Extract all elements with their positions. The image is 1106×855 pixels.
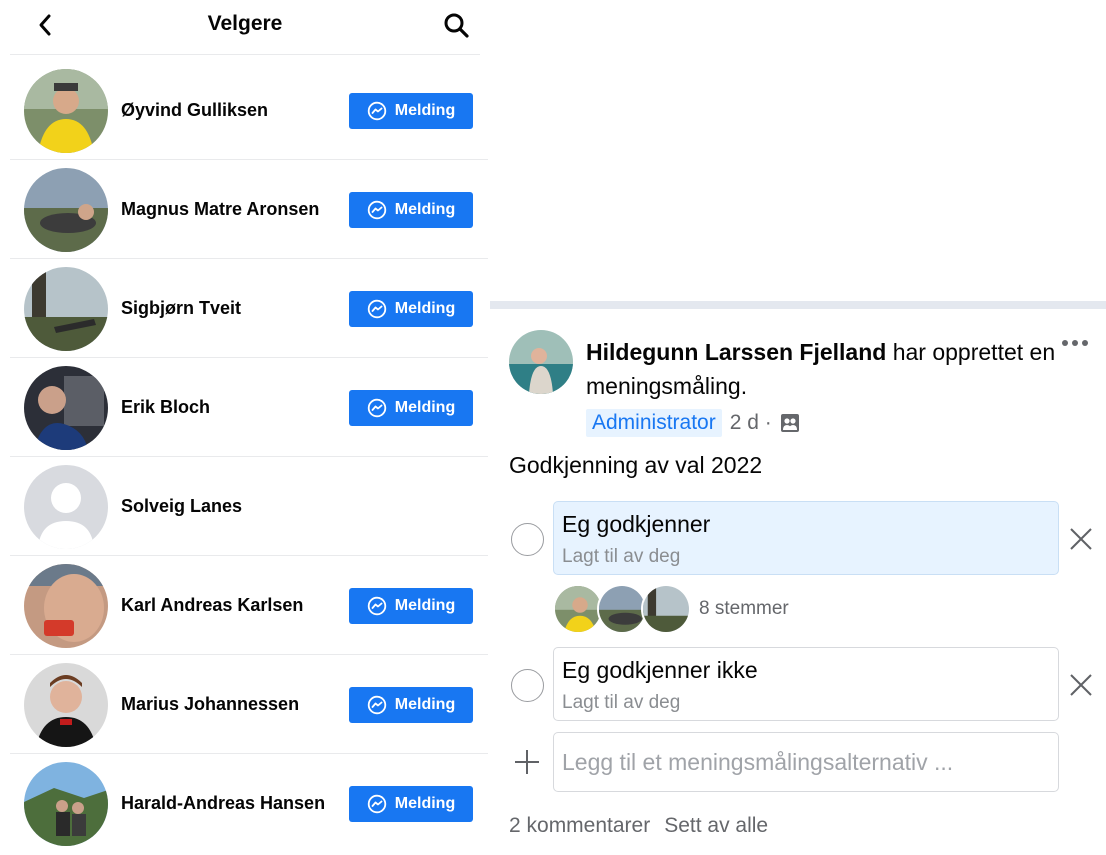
group-icon <box>780 414 799 432</box>
author-name[interactable]: Hildegunn Larssen Fjelland <box>586 339 886 365</box>
message-button-label: Melding <box>394 201 456 218</box>
avatar-placeholder[interactable] <box>24 465 108 549</box>
voter-row[interactable]: Solveig Lanes <box>10 457 488 556</box>
message-button[interactable]: Melding <box>349 588 473 624</box>
page-title: Velgere <box>207 12 283 35</box>
voter-name[interactable]: Harald-Andreas Hansen <box>121 754 325 853</box>
voter-row[interactable]: Sigbjørn Tveit Melding <box>10 259 488 358</box>
close-icon <box>1070 528 1092 550</box>
option-title: Eg godkjenner <box>562 511 711 537</box>
message-button-label: Melding <box>394 300 456 317</box>
voter-name[interactable]: Karl Andreas Karlsen <box>121 556 303 655</box>
voter-name[interactable]: Erik Bloch <box>121 358 210 457</box>
voter-avatar <box>553 584 603 634</box>
voter-name[interactable]: Magnus Matre Aronsen <box>121 160 319 259</box>
option-subtitle: Lagt til av deg <box>562 692 681 713</box>
section-divider <box>490 301 1106 309</box>
avatar[interactable] <box>24 168 108 252</box>
comments-link[interactable]: 2 kommentarer <box>509 814 650 838</box>
voter-name[interactable]: Marius Johannessen <box>121 655 299 754</box>
remove-option-button[interactable] <box>1066 670 1096 700</box>
voter-row[interactable]: Karl Andreas Karlsen Melding <box>10 556 488 655</box>
post-time[interactable]: 2 d · <box>730 411 772 435</box>
remove-option-button[interactable] <box>1066 524 1096 554</box>
voter-row[interactable]: Øyvind Gulliksen Melding <box>10 61 488 160</box>
message-button[interactable]: Melding <box>349 93 473 129</box>
avatar[interactable] <box>24 366 108 450</box>
voters-panel: Velgere Øyvind Gulliksen Melding Magnus … <box>0 0 490 855</box>
messenger-icon <box>367 596 386 616</box>
message-button-label: Melding <box>394 795 456 812</box>
message-button[interactable]: Melding <box>349 687 473 723</box>
message-button[interactable]: Melding <box>349 786 473 822</box>
voter-name[interactable]: Øyvind Gulliksen <box>121 61 268 160</box>
message-button[interactable]: Melding <box>349 291 473 327</box>
seen-by-link[interactable]: Sett av alle <box>664 814 768 838</box>
message-button-label: Melding <box>394 399 456 416</box>
poll-option[interactable]: Eg godkjenner ikke Lagt til av deg <box>553 647 1059 721</box>
option-radio[interactable] <box>511 669 544 702</box>
option-radio[interactable] <box>511 523 544 556</box>
close-icon <box>1070 674 1092 696</box>
messenger-icon <box>367 794 386 814</box>
vote-count[interactable]: 8 stemmer <box>699 598 789 620</box>
poll-post: Hildegunn Larssen Fjelland har opprettet… <box>490 309 1106 855</box>
message-button-label: Melding <box>394 102 456 119</box>
messenger-icon <box>367 299 386 319</box>
voter-row[interactable]: Marius Johannessen Melding <box>10 655 488 754</box>
messenger-icon <box>367 101 386 121</box>
add-option-input[interactable] <box>553 732 1059 792</box>
search-button[interactable] <box>440 10 472 40</box>
add-option-button[interactable] <box>512 747 542 777</box>
post-footer: 2 kommentarer Sett av alle <box>509 814 768 838</box>
header-bar: Velgere <box>10 0 480 55</box>
post-header: Hildegunn Larssen Fjelland har opprettet… <box>586 335 1056 403</box>
more-icon <box>1062 340 1088 346</box>
poll-question: Godkjenning av val 2022 <box>509 452 763 478</box>
voter-row[interactable]: Harald-Andreas Hansen Melding <box>10 754 488 853</box>
message-button-label: Melding <box>394 696 456 713</box>
avatar[interactable] <box>24 762 108 846</box>
messenger-icon <box>367 200 386 220</box>
search-icon <box>444 13 469 38</box>
voter-avatar <box>641 584 691 634</box>
message-button[interactable]: Melding <box>349 390 473 426</box>
avatar[interactable] <box>24 663 108 747</box>
message-button[interactable]: Melding <box>349 192 473 228</box>
messenger-icon <box>367 398 386 418</box>
voter-name[interactable]: Solveig Lanes <box>121 457 242 556</box>
avatar[interactable] <box>24 69 108 153</box>
option-title: Eg godkjenner ikke <box>562 657 758 683</box>
voter-avatar <box>597 584 647 634</box>
voter-row[interactable]: Magnus Matre Aronsen Melding <box>10 160 488 259</box>
post-meta: Administrator 2 d · <box>586 408 800 438</box>
option-subtitle: Lagt til av deg <box>562 546 681 567</box>
voter-name[interactable]: Sigbjørn Tveit <box>121 259 241 358</box>
poll-option[interactable]: Eg godkjenner Lagt til av deg <box>553 501 1059 575</box>
message-button-label: Melding <box>394 597 456 614</box>
voters-facepile[interactable]: 8 stemmer <box>553 583 789 635</box>
author-avatar[interactable] <box>509 330 573 394</box>
messenger-icon <box>367 695 386 715</box>
plus-icon <box>515 750 539 774</box>
voter-row[interactable]: Erik Bloch Melding <box>10 358 488 457</box>
role-badge: Administrator <box>586 409 722 437</box>
more-options-button[interactable] <box>1058 331 1092 355</box>
avatar[interactable] <box>24 267 108 351</box>
avatar[interactable] <box>24 564 108 648</box>
